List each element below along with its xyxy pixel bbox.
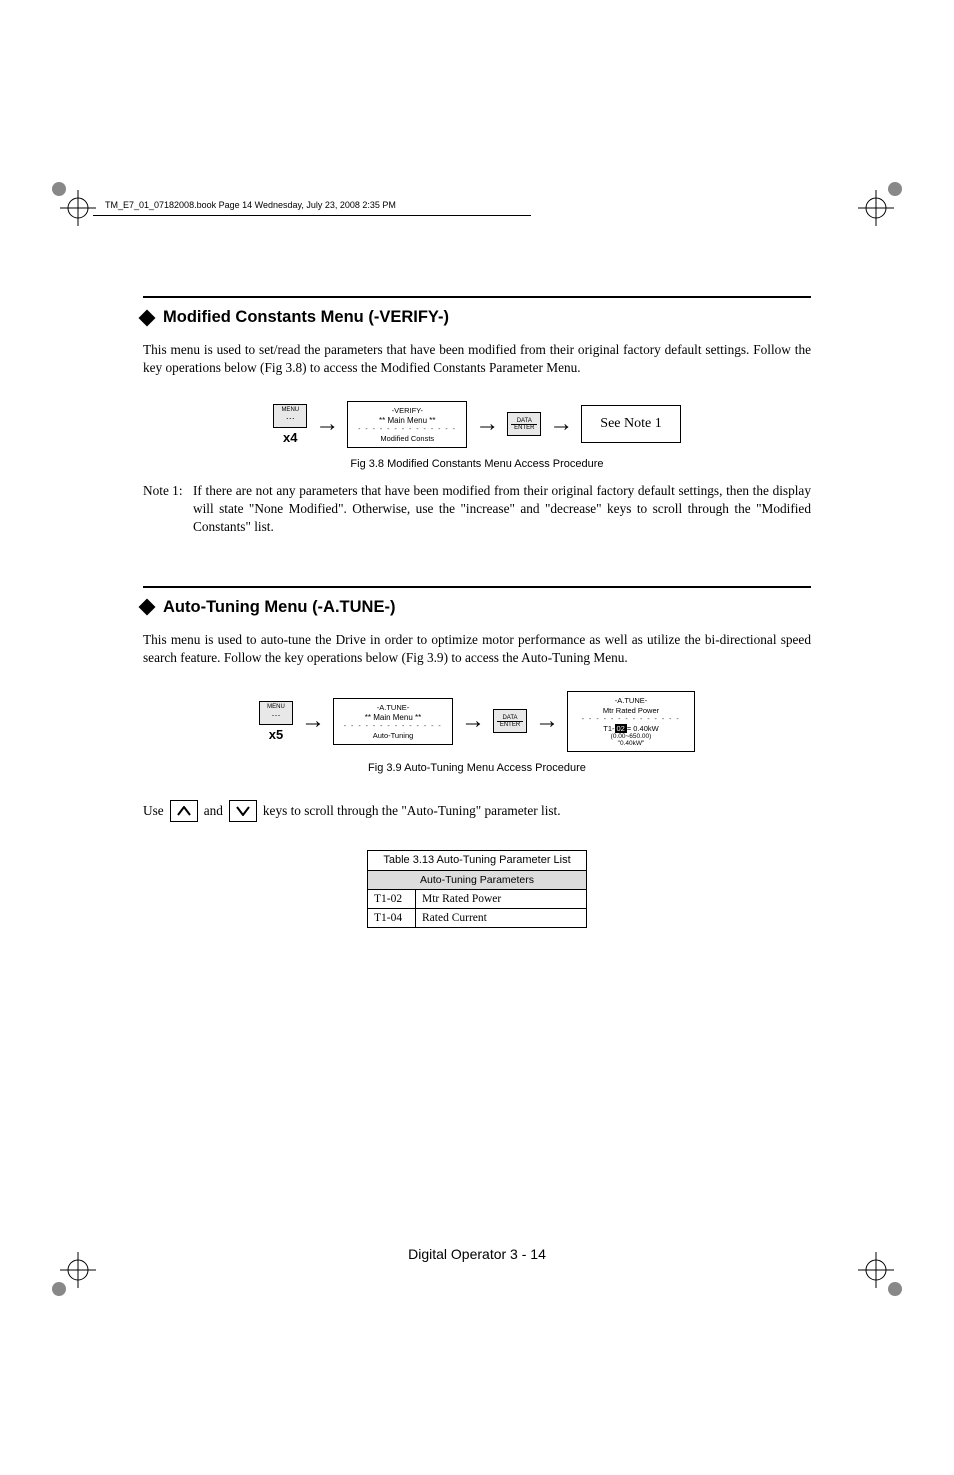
rosette-top-right <box>886 180 904 198</box>
lcd-line3: Auto-Tuning <box>340 731 446 740</box>
arrow-icon: → <box>475 411 499 438</box>
section-title-verify: Modified Constants Menu (-VERIFY-) <box>163 308 449 327</box>
rosette-bottom-left <box>50 1280 68 1298</box>
press-count-x5: x5 <box>269 727 283 742</box>
menu-key: MENU ⋯ <box>273 404 307 428</box>
lcd-line1: -A.TUNE- <box>340 703 446 712</box>
menu-key: MENU ⋯ <box>259 701 293 725</box>
lcd-line2: ** Main Menu ** <box>354 416 460 425</box>
lcd-line1: -VERIFY- <box>354 406 460 415</box>
note-1-label: Note 1: <box>143 482 193 536</box>
fig-3-8-caption: Fig 3.8 Modified Constants Menu Access P… <box>143 458 811 470</box>
page-content: Modified Constants Menu (-VERIFY-) This … <box>143 290 811 928</box>
param-desc: Mtr Rated Power <box>416 889 587 908</box>
note-1: Note 1: If there are not any parameters … <box>143 482 811 536</box>
lcd2-02-inv: 02 <box>615 724 627 733</box>
up-arrow-key <box>170 800 198 822</box>
down-arrow-key <box>229 800 257 822</box>
data-key-bot: ENTER <box>497 721 523 728</box>
table-title: Table 3.13 Auto-Tuning Parameter List <box>368 850 587 870</box>
lcd2-sep: - - - - - - - - - - - - - - <box>574 716 688 723</box>
fig-3-9-caption: Fig 3.9 Auto-Tuning Menu Access Procedur… <box>143 762 811 774</box>
book-path: TM_E7_01_07182008.book Page 14 Wednesday… <box>105 200 396 210</box>
see-note-box: See Note 1 <box>581 405 680 443</box>
arrow-icon: → <box>461 708 485 735</box>
use-and: and <box>204 803 223 822</box>
data-enter-key: DATA ENTER <box>493 709 527 733</box>
table-row: T1-02 Mtr Rated Power <box>368 889 587 908</box>
arrow-icon: → <box>549 411 573 438</box>
section2-body: This menu is used to auto-tune the Drive… <box>143 631 811 667</box>
figure-3-9: MENU ⋯ x5 → -A.TUNE- ** Main Menu ** - -… <box>143 691 811 752</box>
lcd2-default: "0.40kW" <box>574 740 688 747</box>
param-desc: Rated Current <box>416 908 587 927</box>
lcd2-t1: T1- <box>603 724 614 733</box>
use-pre: Use <box>143 803 164 822</box>
lcd-verify: -VERIFY- ** Main Menu ** - - - - - - - -… <box>347 401 467 448</box>
page-footer: Digital Operator 3 - 14 <box>0 1246 954 1262</box>
lcd-sep: - - - - - - - - - - - - - - <box>340 723 446 730</box>
rosette-top-left <box>50 180 68 198</box>
table-header: Auto-Tuning Parameters <box>368 870 587 889</box>
section-title-atune: Auto-Tuning Menu (-A.TUNE-) <box>163 598 395 617</box>
data-enter-key: DATA ENTER <box>507 412 541 436</box>
section-rule <box>143 296 811 298</box>
lcd2-val: = 0.40kW <box>627 724 659 733</box>
data-key-bot: ENTER <box>511 424 537 431</box>
lcd-atune-param: -A.TUNE- Mtr Rated Power - - - - - - - -… <box>567 691 695 752</box>
lcd2-line3: T1-02= 0.40kW <box>574 724 688 733</box>
table-row: T1-04 Rated Current <box>368 908 587 927</box>
press-count-x4: x4 <box>283 430 297 445</box>
figure-3-8: MENU ⋯ x4 → -VERIFY- ** Main Menu ** - -… <box>143 401 811 448</box>
use-post: keys to scroll through the "Auto-Tuning"… <box>263 803 561 822</box>
note-1-body: If there are not any parameters that hav… <box>193 482 811 536</box>
section-head-atune: Auto-Tuning Menu (-A.TUNE-) <box>143 598 811 617</box>
arrow-icon: → <box>315 411 339 438</box>
lcd2-line2: Mtr Rated Power <box>574 706 688 715</box>
lcd-line2: ** Main Menu ** <box>340 713 446 722</box>
use-keys-line: Use and keys to scroll through the "Auto… <box>143 800 811 822</box>
section-head-verify: Modified Constants Menu (-VERIFY-) <box>143 308 811 327</box>
table-3-13: Table 3.13 Auto-Tuning Parameter List Au… <box>367 850 587 928</box>
lcd2-range: (0.00~650.00) <box>574 733 688 740</box>
path-underline <box>93 215 531 216</box>
lcd-atune-main: -A.TUNE- ** Main Menu ** - - - - - - - -… <box>333 698 453 745</box>
section-rule <box>143 586 811 588</box>
param-code: T1-02 <box>368 889 416 908</box>
arrow-icon: → <box>301 708 325 735</box>
section1-body: This menu is used to set/read the parame… <box>143 341 811 377</box>
lcd-sep: - - - - - - - - - - - - - - <box>354 426 460 433</box>
rosette-bottom-right <box>886 1280 904 1298</box>
arrow-icon: → <box>535 708 559 735</box>
lcd-line3: Modified Consts <box>354 434 460 443</box>
lcd2-line1: -A.TUNE- <box>574 696 688 705</box>
param-code: T1-04 <box>368 908 416 927</box>
